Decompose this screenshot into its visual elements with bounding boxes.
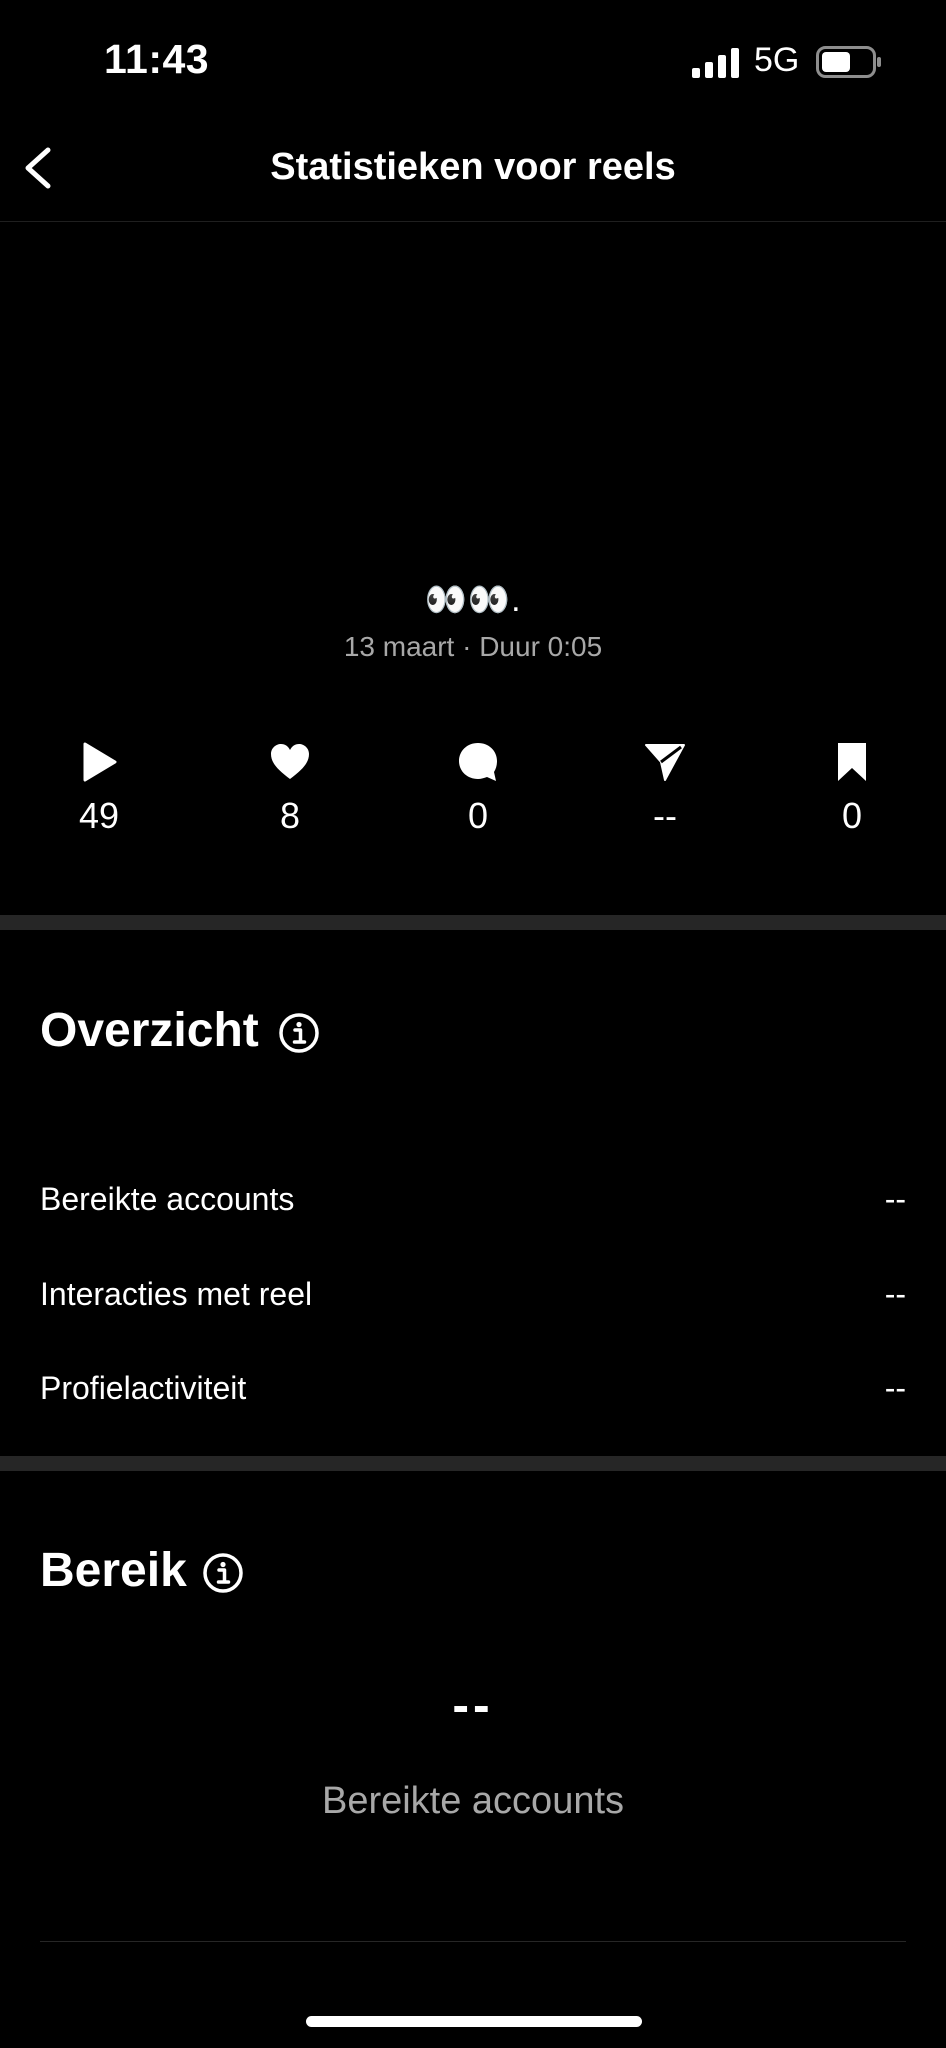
section-separator — [0, 1456, 946, 1471]
home-indicator[interactable] — [306, 2016, 642, 2027]
network-label: 5G — [754, 41, 800, 79]
stat-shares: -- — [595, 740, 735, 860]
reach-label: Bereikte accounts — [321, 1780, 625, 1822]
battery-icon — [816, 46, 881, 78]
info-icon[interactable] — [278, 1012, 320, 1054]
overview-row-value: -- — [884, 1370, 906, 1406]
stat-comments: 0 — [408, 740, 548, 860]
heart-icon — [271, 744, 309, 779]
comment-icon — [459, 743, 497, 781]
stat-likes: 8 — [220, 740, 360, 860]
stat-comments-value: 0 — [467, 795, 489, 836]
page-title: Statistieken voor reels — [270, 146, 676, 188]
overview-row-label: Profielactiviteit — [40, 1370, 247, 1406]
reach-value: -- — [452, 1677, 494, 1733]
stat-saves-value: 0 — [841, 795, 863, 836]
share-icon — [645, 744, 685, 781]
info-icon[interactable] — [202, 1552, 244, 1594]
reach-title: Bereik — [40, 1544, 187, 1597]
stat-plays-value: 49 — [78, 795, 120, 836]
stat-plays: 49 — [29, 740, 169, 860]
overview-title: Overzicht — [40, 1004, 259, 1057]
bookmark-icon — [838, 743, 866, 781]
play-icon — [83, 742, 117, 782]
stat-shares-value: -- — [653, 795, 677, 836]
stat-saves: 0 — [782, 740, 922, 860]
overview-row-label: Interacties met reel — [40, 1276, 313, 1312]
overview-row-value: -- — [884, 1181, 906, 1217]
section-separator — [0, 915, 946, 930]
divider — [40, 1941, 906, 1942]
header-divider — [0, 221, 946, 222]
signal-icon — [692, 48, 739, 78]
reel-caption: 👀👀. — [424, 581, 522, 619]
reel-meta: 13 maart · Duur 0:05 — [343, 631, 603, 662]
overview-row-label: Bereikte accounts — [40, 1181, 295, 1217]
stat-likes-value: 8 — [279, 795, 301, 836]
overview-row-value: -- — [884, 1276, 906, 1312]
status-time: 11:43 — [104, 36, 210, 82]
